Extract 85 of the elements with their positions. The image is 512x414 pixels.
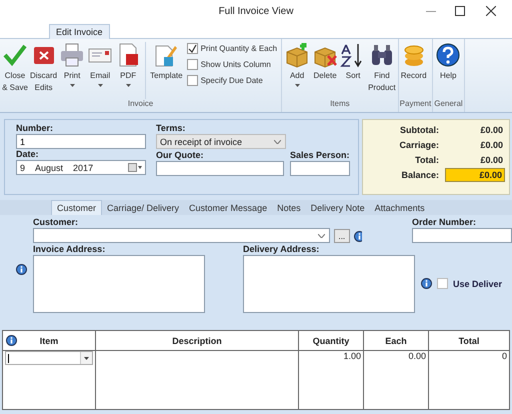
check-icon (188, 44, 197, 53)
info-icon[interactable] (354, 231, 362, 242)
info-icon[interactable] (16, 264, 27, 275)
column-header: Item (2, 330, 96, 350)
ribbon-button[interactable]: Add (283, 42, 312, 87)
field-label: Number: (16, 123, 54, 134)
item-dropdown[interactable] (5, 351, 93, 365)
caret-icon (70, 84, 75, 87)
chevron-icon (274, 140, 281, 144)
field-label: Delivery Address: (243, 244, 320, 255)
order-number-field[interactable] (412, 228, 512, 243)
total-label: Subtotal: (400, 125, 439, 135)
field-label: Customer: (33, 217, 80, 228)
close-icon[interactable] (486, 6, 496, 16)
table-cell: 0 (502, 351, 507, 361)
tab[interactable]: Attachments (370, 201, 430, 215)
box-icon (284, 42, 310, 68)
total-label: Balance: (401, 170, 439, 180)
total-value: £0.00 (479, 124, 504, 136)
use-delivery-checkbox[interactable] (437, 278, 448, 289)
ribbon-button[interactable]: Email (86, 42, 114, 87)
ribbon-button[interactable]: Discard Edits (29, 42, 58, 94)
info-icon[interactable] (421, 278, 432, 289)
ribbon-button[interactable]: Find Product (367, 42, 397, 94)
caret-icon (98, 84, 103, 87)
ribbon-tab[interactable]: Edit Invoice (49, 24, 110, 39)
column-header: Total (428, 330, 510, 350)
tab[interactable]: Customer Message (184, 201, 272, 215)
ribbon-button[interactable]: Close & Save (1, 42, 29, 94)
group-label: Invoice (126, 99, 154, 110)
ribbon-checkbox[interactable]: Show Units Column (186, 59, 278, 70)
window-title: Full Invoice View (218, 6, 294, 16)
tab[interactable]: Customer (51, 200, 102, 215)
total-value: £0.00 (479, 139, 504, 151)
total-label: Total: (415, 155, 439, 165)
ribbon-button[interactable]: Sort (339, 42, 368, 82)
column-header: Quantity (298, 330, 364, 350)
ribbon-button[interactable]: Template (149, 42, 184, 82)
tab[interactable]: Carriage/ Delivery (102, 201, 184, 215)
browse-button[interactable]: ... (334, 229, 350, 243)
total-value: £0.00 (445, 168, 505, 182)
ribbon-button[interactable]: Record (400, 42, 428, 82)
sales-person-field[interactable] (290, 161, 350, 176)
tab[interactable]: Delivery Note (306, 201, 370, 215)
caret-icon (84, 356, 89, 360)
group-label: General (434, 99, 463, 110)
caret-icon (126, 84, 131, 87)
group-label: Payment (400, 99, 432, 110)
column-header: Each (364, 330, 428, 350)
field-label: Sales Person: (290, 150, 350, 161)
total-label: Carriage: (399, 140, 439, 150)
customer-dropdown[interactable] (33, 228, 330, 243)
printer-icon (59, 42, 86, 68)
field-label: Our Quote: (156, 150, 204, 161)
caret-icon (294, 84, 300, 87)
quote-field[interactable] (156, 161, 284, 176)
maximize-icon[interactable] (455, 6, 465, 16)
column-header: Description (96, 330, 298, 350)
calendar-icon (128, 163, 142, 172)
field-label: Invoice Address: (33, 244, 106, 255)
table-cell: 1.00 (343, 351, 361, 361)
ribbon-button[interactable]: Help (434, 42, 462, 82)
minimize-icon[interactable] (426, 11, 436, 13)
invoice-address-field[interactable] (33, 255, 205, 313)
checkbox-label: Use Deliver (453, 278, 502, 288)
total-value: £0.00 (479, 154, 504, 166)
delivery-address-field[interactable] (243, 255, 415, 313)
terms-dropdown[interactable]: On receipt of invoice (156, 134, 286, 149)
number-field[interactable]: 1 (16, 134, 146, 149)
ribbon-button[interactable]: Print (58, 42, 86, 87)
ribbon-checkbox[interactable]: Print Quantity & Each (186, 43, 278, 54)
group-label: Items (329, 99, 351, 110)
check-icon (2, 42, 28, 68)
tab[interactable]: Notes (272, 201, 306, 215)
date-field[interactable]: 9 August 2017 (16, 160, 146, 175)
help-icon (435, 42, 462, 68)
info-icon[interactable] (6, 335, 17, 346)
field-label: Date: (16, 149, 40, 160)
ribbon-button[interactable]: Delete (311, 42, 340, 82)
field-label: Terms: (156, 123, 186, 134)
ribbon-button[interactable]: PDF (114, 42, 142, 87)
chevron-icon (318, 234, 325, 238)
ribbon-checkbox[interactable]: Specify Due Date (186, 75, 278, 86)
field-label: Order Number: (412, 217, 478, 228)
table-cell: 0.00 (408, 351, 426, 361)
